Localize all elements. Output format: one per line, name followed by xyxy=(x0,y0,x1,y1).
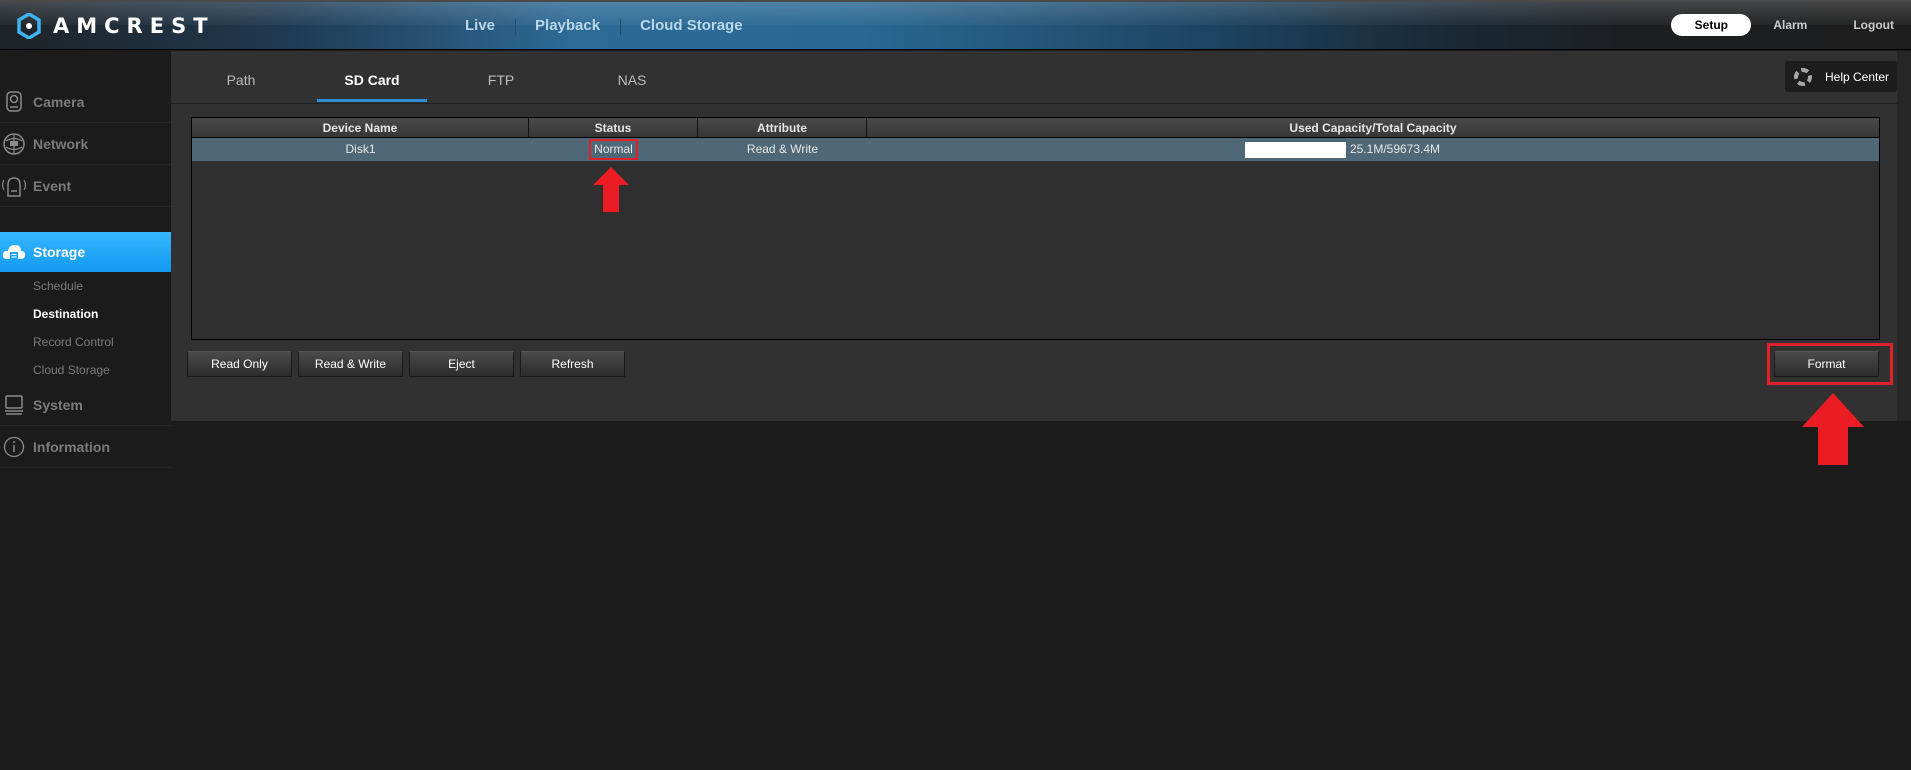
red-arrow-up-icon xyxy=(593,167,629,212)
sidebar-sub-destination[interactable]: Destination xyxy=(33,307,98,321)
brand-name: AMCREST xyxy=(53,14,215,38)
main-panel: Path SD Card FTP NAS Help Center Device … xyxy=(171,51,1897,421)
logout-link[interactable]: Logout xyxy=(1853,18,1894,32)
red-arrow-up-icon xyxy=(1802,393,1864,465)
help-center-button[interactable]: Help Center xyxy=(1785,61,1897,92)
setup-button[interactable]: Setup xyxy=(1671,14,1752,36)
eject-button[interactable]: Eject xyxy=(409,351,514,377)
capacity-text: 25.1M/59673.4M xyxy=(1349,142,1441,156)
status-cell: Normal xyxy=(529,138,698,161)
help-center-label: Help Center xyxy=(1825,69,1890,84)
tab-nas[interactable]: NAS xyxy=(577,72,687,88)
table-header: Device Name Status Attribute Used Capaci… xyxy=(192,118,1879,138)
device-name-cell: Disk1 xyxy=(345,142,376,156)
format-highlight-box xyxy=(1767,343,1893,385)
column-header-device-name: Device Name xyxy=(192,118,529,137)
tab-sd-card[interactable]: SD Card xyxy=(317,72,427,88)
storage-tabs: Path SD Card FTP NAS Help Center xyxy=(171,51,1897,104)
table-row[interactable]: Disk1 Normal Read & Write 25.1M/59673.4M xyxy=(192,138,1879,161)
amcrest-logo-icon xyxy=(17,11,41,41)
sidebar-item-storage[interactable]: Storage xyxy=(0,232,180,272)
sidebar-item-label: System xyxy=(33,396,83,413)
storage-icon xyxy=(0,238,28,266)
sd-card-table: Device Name Status Attribute Used Capaci… xyxy=(191,117,1880,340)
sidebar-item-label: Event xyxy=(33,177,72,194)
sidebar-sub-cloud-storage[interactable]: Cloud Storage xyxy=(33,363,110,377)
info-icon xyxy=(0,433,28,461)
sidebar-item-system[interactable]: System xyxy=(0,384,171,426)
brand-logo: AMCREST xyxy=(17,11,215,41)
column-header-capacity: Used Capacity/Total Capacity xyxy=(1289,121,1457,135)
sidebar-item-network[interactable]: Network xyxy=(0,123,171,165)
tab-path[interactable]: Path xyxy=(186,72,296,88)
alarm-link[interactable]: Alarm xyxy=(1773,18,1807,32)
sidebar-item-event[interactable]: Event xyxy=(0,165,171,207)
sidebar-item-label: Network xyxy=(33,135,89,152)
capacity-cell: 25.1M/59673.4M xyxy=(867,138,1879,161)
sidebar-item-label: Camera xyxy=(33,93,85,110)
sidebar-item-camera[interactable]: Camera xyxy=(0,81,171,123)
sidebar-sub-schedule[interactable]: Schedule xyxy=(33,279,83,293)
active-tab-indicator xyxy=(317,99,427,102)
read-only-button[interactable]: Read Only xyxy=(187,351,292,377)
capacity-bar xyxy=(1244,141,1346,158)
attribute-cell: Read & Write xyxy=(746,142,819,156)
top-right-menu: Setup Alarm Logout xyxy=(1671,0,1911,50)
sidebar-sub-record-control[interactable]: Record Control xyxy=(33,335,114,349)
sidebar: Camera Network Event Storage Schedule De… xyxy=(0,51,180,770)
sidebar-item-label: Information xyxy=(33,438,110,455)
top-header: AMCREST Live Playback Cloud Storage Setu… xyxy=(0,0,1911,50)
nav-cloud-storage[interactable]: Cloud Storage xyxy=(620,17,763,35)
network-icon xyxy=(0,130,28,158)
top-nav: Live Playback Cloud Storage xyxy=(445,0,763,50)
camera-icon xyxy=(0,88,28,116)
refresh-button[interactable]: Refresh xyxy=(520,351,625,377)
column-header-status: Status xyxy=(529,118,698,137)
event-icon xyxy=(0,172,28,200)
status-normal: Normal xyxy=(589,139,638,160)
nav-live[interactable]: Live xyxy=(445,17,515,34)
lifebuoy-icon xyxy=(1793,67,1813,87)
main-right-edge xyxy=(1897,51,1911,421)
sidebar-item-label: Storage xyxy=(33,244,86,260)
system-icon xyxy=(0,391,28,419)
nav-playback[interactable]: Playback xyxy=(515,17,620,35)
tab-ftp[interactable]: FTP xyxy=(446,72,556,88)
sidebar-item-information[interactable]: Information xyxy=(0,426,171,468)
read-write-button[interactable]: Read & Write xyxy=(298,351,403,377)
column-header-attribute: Attribute xyxy=(698,118,867,137)
